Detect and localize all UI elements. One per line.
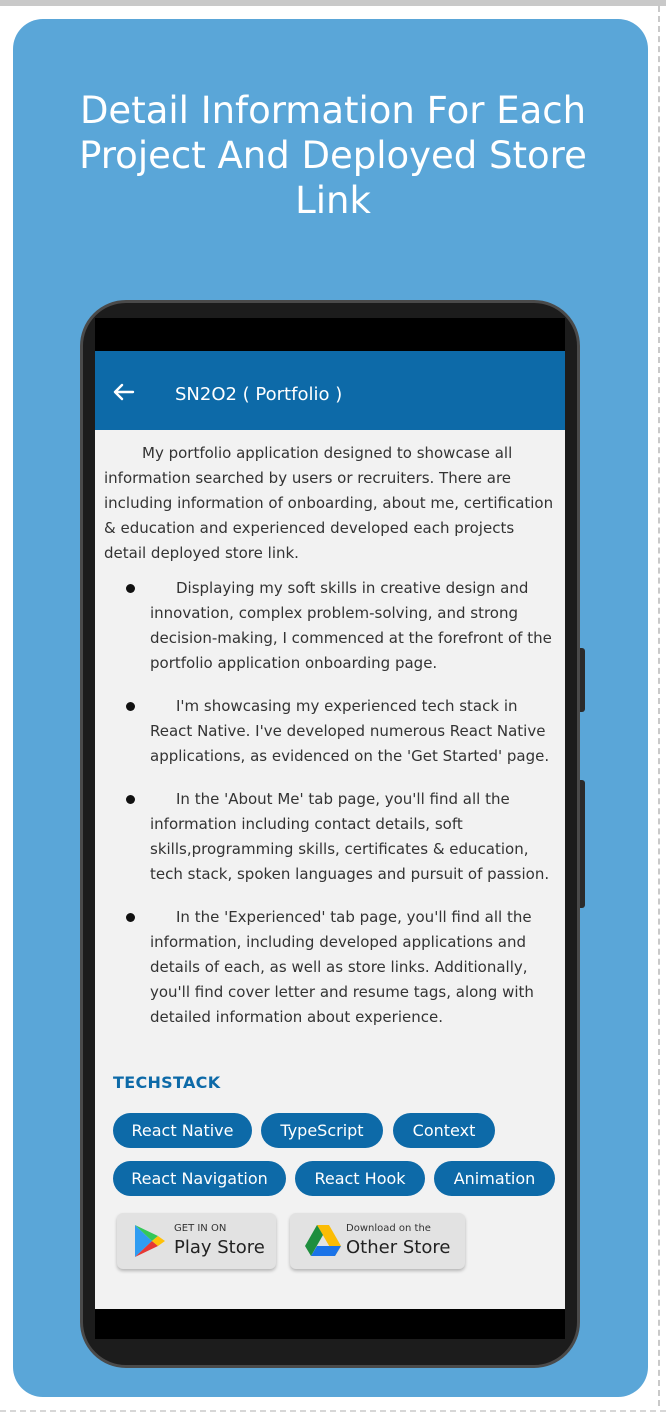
list-item-text: I'm showcasing my experienced tech stack…: [150, 697, 550, 765]
bullet-dot-icon: [126, 795, 135, 804]
phone-power-button: [580, 780, 585, 908]
play-store-caption: GET IN ON: [174, 1223, 227, 1234]
list-item: In the 'About Me' tab page, you'll find …: [104, 787, 559, 887]
headline: Detail Information For Each Project And …: [79, 89, 587, 222]
phone-volume-button: [580, 648, 585, 712]
other-store-caption: Download on the: [346, 1223, 431, 1234]
status-bar: [95, 318, 565, 351]
tag-react-hook[interactable]: React Hook: [295, 1161, 425, 1196]
list-item-text: In the 'About Me' tab page, you'll find …: [150, 790, 550, 883]
phone-screen: SN2O2 ( Portfolio ) My portfolio applica…: [95, 351, 565, 1309]
google-drive-icon: [305, 1225, 341, 1256]
tag-animation[interactable]: Animation: [434, 1161, 555, 1196]
play-store-label: Play Store: [174, 1237, 265, 1258]
list-item-text: In the 'Experienced' tab page, you'll fi…: [150, 908, 534, 1026]
tag-context[interactable]: Context: [393, 1113, 495, 1148]
list-item: In the 'Experienced' tab page, you'll fi…: [104, 905, 559, 1030]
list-item: Displaying my soft skills in creative de…: [104, 576, 559, 676]
bullet-dot-icon: [126, 913, 135, 922]
app-bar-title: SN2O2 ( Portfolio ): [175, 384, 343, 405]
tag-react-navigation[interactable]: React Navigation: [113, 1161, 286, 1196]
bullet-dot-icon: [126, 584, 135, 593]
list-item-text: Displaying my soft skills in creative de…: [150, 579, 552, 672]
intro-paragraph: My portfolio application designed to sho…: [104, 444, 554, 562]
app-bar: SN2O2 ( Portfolio ): [95, 351, 565, 430]
google-play-icon: [135, 1225, 165, 1257]
tag-react-native[interactable]: React Native: [113, 1113, 252, 1148]
top-divider: [0, 0, 666, 6]
navigation-bar: [95, 1309, 565, 1339]
feature-list: Displaying my soft skills in creative de…: [104, 576, 559, 1030]
right-dashed-border: [658, 6, 660, 1406]
project-description: My portfolio application designed to sho…: [104, 441, 559, 1048]
play-store-button[interactable]: GET IN ON Play Store: [117, 1213, 276, 1269]
other-store-button[interactable]: Download on the Other Store: [290, 1213, 465, 1269]
list-item: I'm showcasing my experienced tech stack…: [104, 694, 559, 769]
bottom-dashed-border: [0, 1410, 666, 1412]
techstack-heading: TECHSTACK: [113, 1073, 221, 1092]
tag-typescript[interactable]: TypeScript: [261, 1113, 383, 1148]
other-store-label: Other Store: [346, 1237, 451, 1258]
back-arrow-icon[interactable]: [113, 383, 135, 401]
bullet-dot-icon: [126, 702, 135, 711]
